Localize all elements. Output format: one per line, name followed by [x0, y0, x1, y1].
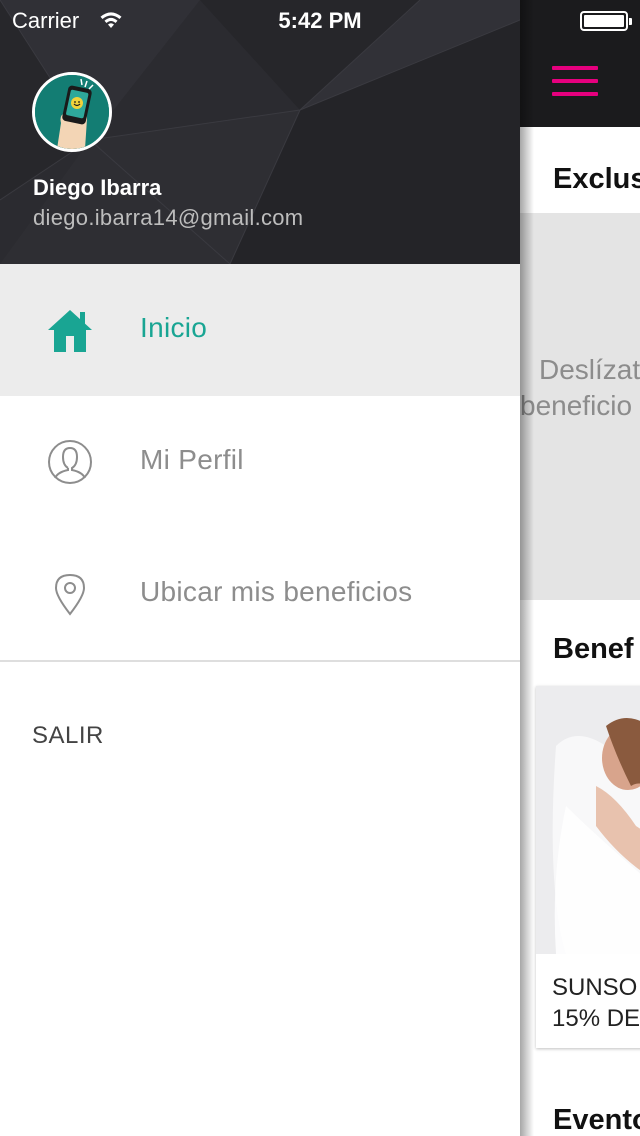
hamburger-menu-icon[interactable] [552, 66, 598, 96]
section-title-events: Evento [553, 1104, 640, 1136]
battery-icon [580, 11, 632, 31]
benefit-card-text: SUNSO 15% DE [552, 974, 640, 1032]
benefit-card[interactable]: SUNSO 15% DE [536, 686, 640, 1048]
slide-hint-text: Deslízat beneficio [520, 354, 640, 421]
menu-divider [0, 660, 520, 662]
status-bar: Carrier 5:42 PM [0, 0, 640, 40]
menu-item-mi-perfil[interactable]: Mi Perfil [0, 396, 520, 528]
logout-button[interactable]: SALIR [32, 722, 104, 750]
location-pin-icon [46, 570, 94, 618]
menu-item-inicio[interactable]: Inicio [0, 264, 520, 396]
navigation-drawer: Diego Ibarra diego.ibarra14@gmail.com Ca… [0, 0, 632, 1136]
avatar[interactable] [32, 72, 112, 152]
menu-item-ubicar-beneficios[interactable]: Ubicar mis beneficios [0, 528, 520, 660]
section-title-exclusive: Exclus [553, 163, 640, 195]
main-screen: Exclus Deslízat beneficio Benef SUNSO 15… [520, 0, 640, 1136]
drawer-shadow [520, 0, 534, 1136]
status-time: 5:42 PM [278, 8, 362, 33]
user-email: diego.ibarra14@gmail.com [33, 205, 304, 230]
benefit-card-image [536, 686, 640, 954]
user-name: Diego Ibarra [33, 175, 162, 200]
section-title-benefits: Benef [553, 633, 634, 665]
user-profile-icon [46, 438, 94, 486]
home-icon [46, 306, 94, 354]
menu-item-label: Inicio [140, 312, 208, 343]
menu-item-label: Ubicar mis beneficios [140, 576, 413, 607]
menu-item-label: Mi Perfil [140, 444, 244, 475]
